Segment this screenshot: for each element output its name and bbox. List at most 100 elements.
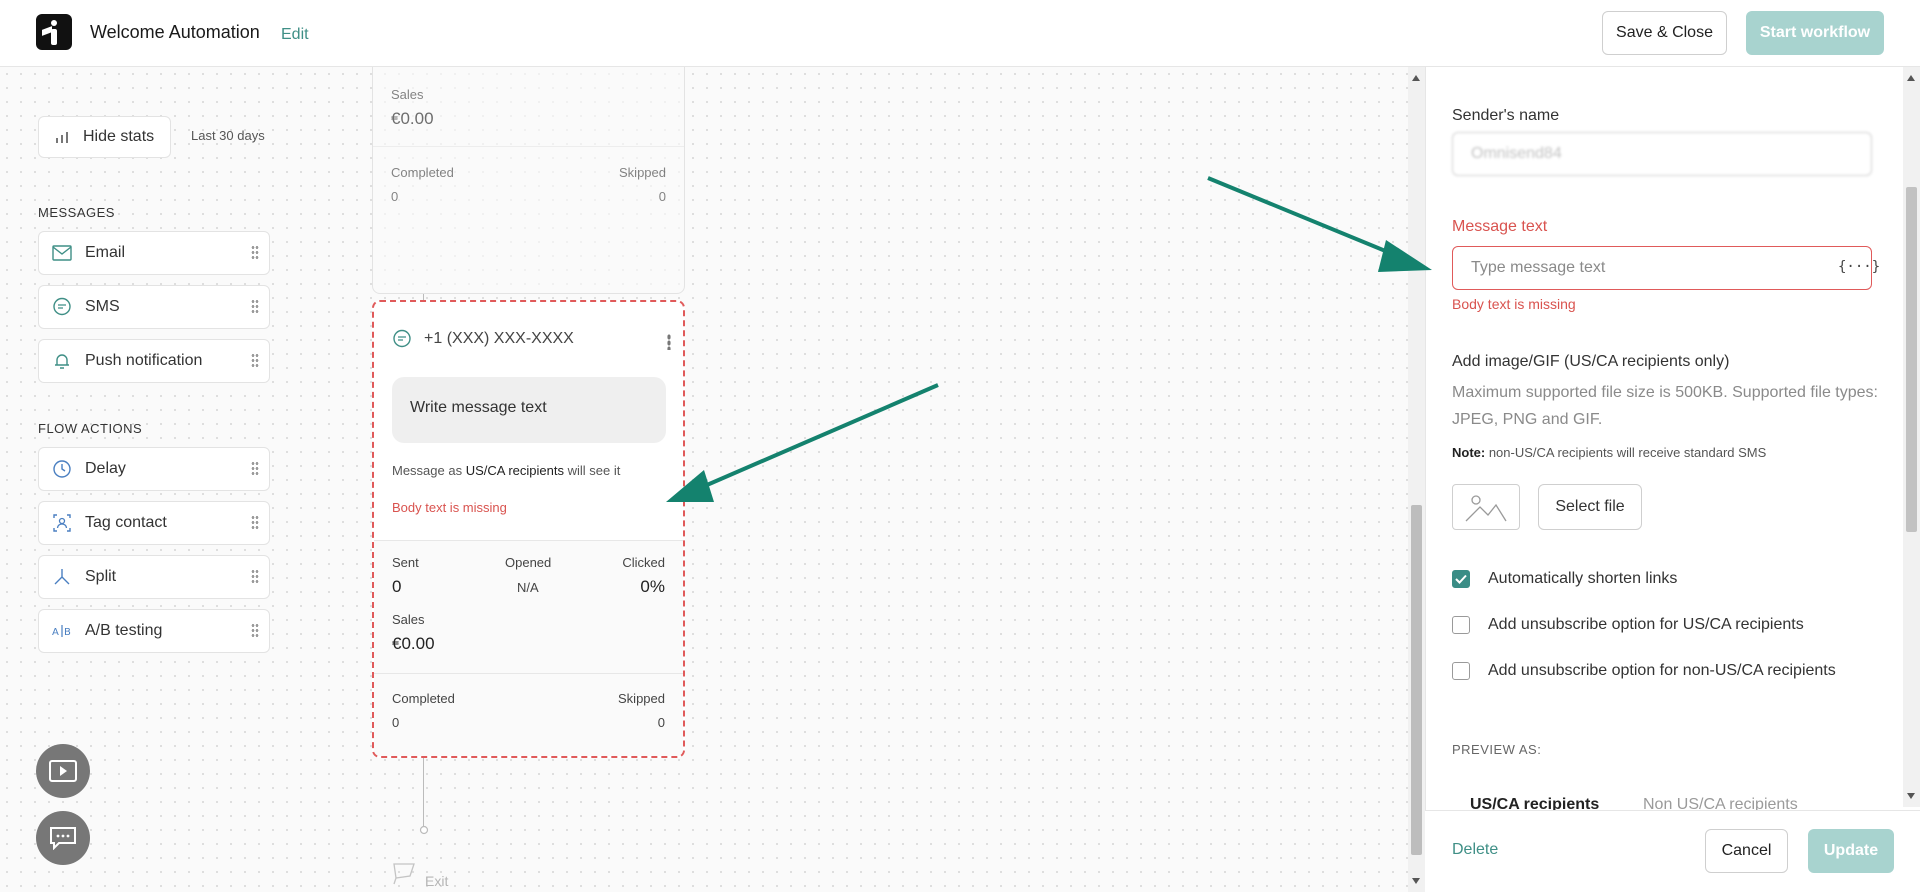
checkbox-checked[interactable]: [1452, 570, 1470, 588]
opened-value: N/A: [517, 580, 539, 595]
drag-handle-icon[interactable]: [251, 515, 259, 531]
checkbox-unsubscribe-non-us[interactable]: Add unsubscribe option for non-US/CA rec…: [1452, 662, 1836, 680]
palette-item-label: Delay: [85, 460, 126, 477]
connector-end-dot: [419, 825, 429, 835]
image-placeholder-icon: [1452, 484, 1520, 530]
message-text-label: Message text: [1452, 218, 1548, 235]
drag-handle-icon[interactable]: [251, 245, 259, 261]
skipped-value: 0: [657, 715, 665, 730]
panel-scrollbar[interactable]: [1903, 67, 1920, 807]
insert-variable-icon[interactable]: {···}: [1838, 259, 1880, 275]
palette-item-label: A/B testing: [85, 622, 163, 639]
chat-icon: [50, 827, 76, 850]
bar-chart-icon: [56, 132, 68, 143]
checkbox-unchecked[interactable]: [1452, 662, 1470, 680]
flow-actions-section-title: FLOW ACTIONS: [38, 421, 143, 436]
sent-label: Sent: [392, 555, 419, 570]
sales-value: €0.00: [392, 634, 435, 653]
drag-handle-icon[interactable]: [251, 353, 259, 369]
flow-connector: [423, 758, 424, 826]
sales-label: Sales: [391, 87, 424, 102]
palette-item-ab-testing[interactable]: AB A/B testing: [38, 609, 270, 653]
video-play-icon: [49, 760, 77, 782]
canvas-scrollbar[interactable]: [1408, 67, 1425, 892]
completed-label: Completed: [391, 165, 454, 180]
checkbox-label: Automatically shorten links: [1488, 570, 1678, 587]
flag-icon: [393, 863, 415, 885]
palette-item-label: Email: [85, 244, 126, 261]
completed-label: Completed: [392, 691, 455, 706]
sms-node-header: +1 (XXX) XXX-XXXX: [392, 329, 574, 349]
opened-label: Opened: [505, 555, 552, 570]
more-options-icon[interactable]: [667, 334, 671, 350]
select-file-button[interactable]: Select file: [1538, 484, 1642, 530]
edit-title-link[interactable]: Edit: [281, 26, 309, 44]
chat-support-button[interactable]: [36, 811, 90, 865]
clicked-value: 0%: [640, 577, 665, 596]
completed-value: 0: [391, 189, 399, 204]
preview-as-label: PREVIEW AS:: [1452, 742, 1542, 757]
checkbox-unchecked[interactable]: [1452, 616, 1470, 634]
ab-icon: AB: [51, 620, 73, 642]
sent-value: 0: [392, 577, 402, 596]
stats-period: Last 30 days: [191, 128, 265, 143]
delete-link[interactable]: Delete: [1452, 841, 1498, 859]
save-close-button[interactable]: Save & Close: [1602, 11, 1727, 55]
palette-item-label: Split: [85, 568, 117, 585]
palette-item-label: Push notification: [85, 352, 203, 369]
chat-bubble-icon: [393, 329, 411, 348]
drag-handle-icon[interactable]: [251, 461, 259, 477]
sales-value: €0.00: [391, 109, 434, 128]
svg-text:A: A: [52, 627, 59, 638]
palette-item-sms[interactable]: SMS: [38, 285, 270, 329]
palette-item-label: SMS: [85, 298, 120, 315]
top-header: Welcome Automation Edit Save & Close Sta…: [0, 0, 1920, 67]
drag-handle-icon[interactable]: [251, 299, 259, 315]
message-error-text: Body text is missing: [1452, 296, 1576, 312]
palette-item-split[interactable]: Split: [38, 555, 270, 599]
hide-stats-button[interactable]: Hide stats: [38, 116, 171, 158]
app-logo[interactable]: [36, 14, 72, 50]
drag-handle-icon[interactable]: [251, 623, 259, 639]
tab-us-ca[interactable]: US/CA recipients: [1470, 796, 1599, 810]
palette-item-push-notification[interactable]: Push notification: [38, 339, 270, 383]
clicked-label: Clicked: [622, 555, 665, 570]
start-workflow-button[interactable]: Start workflow: [1746, 11, 1884, 55]
skipped-label: Skipped: [618, 691, 665, 706]
svg-text:B: B: [64, 627, 71, 638]
sender-name-input[interactable]: [1452, 132, 1872, 176]
add-image-label: Add image/GIF (US/CA recipients only): [1452, 353, 1730, 370]
split-icon: [51, 566, 73, 588]
sms-node-card[interactable]: +1 (XXX) XXX-XXXX Write message text Mes…: [372, 300, 685, 758]
exit-node-label: Exit: [425, 873, 449, 889]
preview-tabs: US/CA recipients Non US/CA recipients: [1452, 796, 1892, 810]
bell-icon: [51, 350, 73, 372]
palette-item-delay[interactable]: Delay: [38, 447, 270, 491]
palette-item-tag-contact[interactable]: Tag contact: [38, 501, 270, 545]
clock-icon: [51, 458, 73, 480]
message-text-input[interactable]: [1452, 246, 1872, 290]
drag-handle-icon[interactable]: [251, 569, 259, 585]
palette-item-email[interactable]: Email: [38, 231, 270, 275]
skipped-value: 0: [658, 189, 666, 204]
checkbox-label: Add unsubscribe option for non-US/CA rec…: [1488, 662, 1836, 679]
flow-canvas[interactable]: Hide stats Last 30 days MESSAGES Email S…: [0, 67, 1408, 892]
checkbox-shorten-links[interactable]: Automatically shorten links: [1452, 570, 1677, 588]
workflow-title: Welcome Automation: [90, 22, 260, 42]
message-as-note: Message as US/CA recipients will see it: [392, 463, 621, 478]
node-stats: Sent 0 Opened N/A Clicked 0% Sales €0.00…: [374, 540, 683, 756]
hide-stats-label: Hide stats: [83, 128, 155, 145]
video-tutorial-button[interactable]: [36, 744, 90, 798]
checkbox-label: Add unsubscribe option for US/CA recipie…: [1488, 616, 1804, 633]
cancel-button[interactable]: Cancel: [1705, 829, 1788, 873]
completed-value: 0: [392, 715, 400, 730]
previous-node-card[interactable]: Sales €0.00 Completed 0 Skipped 0: [372, 67, 685, 294]
palette-item-label: Tag contact: [85, 514, 167, 531]
sms-phone-number: +1 (XXX) XXX-XXXX: [424, 330, 574, 347]
checkbox-unsubscribe-us[interactable]: Add unsubscribe option for US/CA recipie…: [1452, 616, 1804, 634]
tab-non-us-ca[interactable]: Non US/CA recipients: [1643, 796, 1798, 810]
image-requirements-text: Maximum supported file size is 500KB. Su…: [1452, 384, 1878, 428]
sms-settings-panel: [1425, 67, 1920, 892]
node-error-text: Body text is missing: [392, 500, 507, 515]
update-button[interactable]: Update: [1808, 829, 1894, 873]
